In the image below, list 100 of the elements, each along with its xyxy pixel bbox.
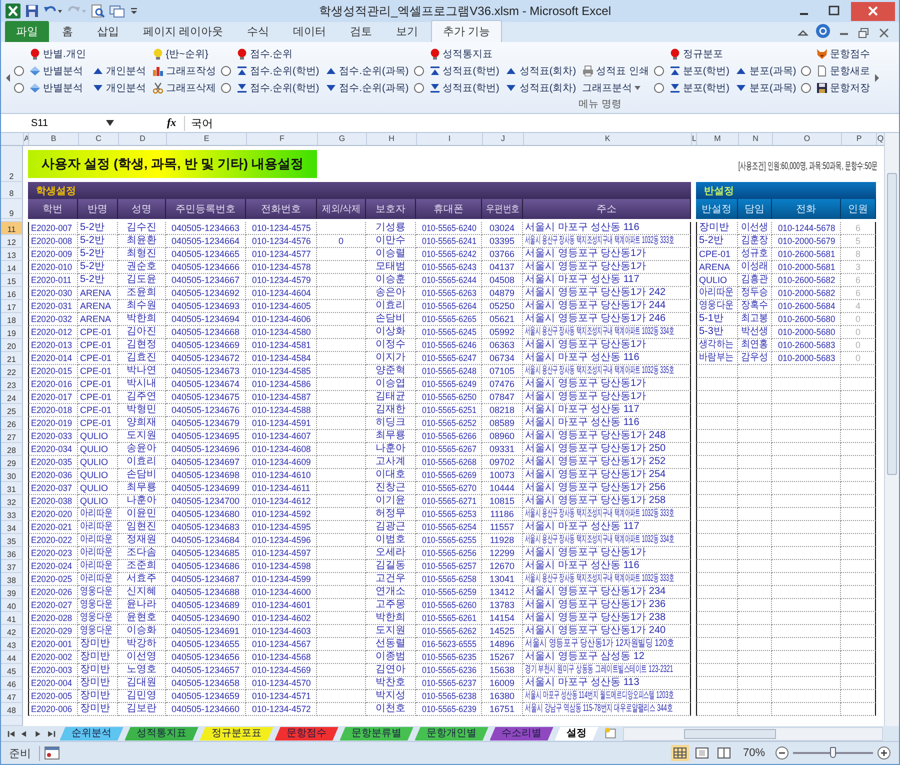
radio-button[interactable] <box>414 66 424 76</box>
row-number[interactable]: 26 <box>1 417 23 430</box>
menu-tab[interactable]: 파일 <box>5 21 49 42</box>
row-number[interactable]: 9 <box>1 199 23 219</box>
sheet-tab[interactable]: 문항분류별 <box>340 726 414 740</box>
help-icon[interactable] <box>815 23 831 39</box>
column-letter[interactable]: F <box>246 133 317 145</box>
page-break-icon[interactable] <box>714 745 733 761</box>
row-number[interactable]: 35 <box>1 534 23 547</box>
row-number[interactable]: 19 <box>1 326 23 339</box>
row-number[interactable]: 16 <box>1 287 23 300</box>
radio-button[interactable] <box>220 66 231 76</box>
ribbon-button[interactable]: 그래프삭제 <box>150 80 218 96</box>
row-number[interactable]: 39 <box>1 586 23 599</box>
menu-tab[interactable]: 페이지 레이아웃 <box>132 21 234 42</box>
row-number[interactable]: 45 <box>1 664 23 677</box>
radio-button[interactable] <box>14 66 24 76</box>
row-number[interactable]: 46 <box>1 677 23 690</box>
close-icon[interactable] <box>851 2 895 20</box>
ribbon-button[interactable]: 개인분석 <box>90 80 148 96</box>
sheet-tab[interactable]: 정규분포표 <box>200 726 274 740</box>
row-number[interactable]: 37 <box>1 560 23 573</box>
ribbon-button[interactable]: 성적통지표 <box>426 46 495 62</box>
vertical-scrollbar[interactable] <box>884 133 899 726</box>
row-number[interactable]: 40 <box>1 599 23 612</box>
column-letter[interactable]: N <box>738 133 772 145</box>
ribbon-button[interactable]: 개인분석 <box>90 62 148 78</box>
row-number[interactable]: 38 <box>1 573 23 586</box>
column-letter[interactable]: I <box>416 133 482 145</box>
radio-button[interactable] <box>654 82 664 92</box>
ribbon-button[interactable]: 점수.순위(과목) <box>323 80 411 96</box>
row-number[interactable]: 24 <box>1 391 23 404</box>
row-number[interactable]: 22 <box>1 365 23 378</box>
ribbon-button[interactable]: 반별분석 <box>27 80 85 96</box>
radio-button[interactable] <box>414 82 424 92</box>
ribbon-button[interactable]: 성적표 인쇄 <box>580 62 651 78</box>
menu-tab[interactable]: 수식 <box>236 21 280 42</box>
menu-tab[interactable]: 추가 기능 <box>431 20 502 42</box>
column-letter[interactable]: E <box>166 133 246 145</box>
radio-button[interactable] <box>14 82 24 92</box>
column-letter[interactable]: J <box>482 133 523 145</box>
row-number[interactable]: 8 <box>1 182 23 199</box>
ribbon-button[interactable]: 성적표(학번) <box>426 80 502 96</box>
row-number[interactable]: 31 <box>1 482 23 495</box>
window-stack-icon[interactable] <box>109 4 125 18</box>
row-number[interactable]: 34 <box>1 521 23 534</box>
menu-tab[interactable]: 데이터 <box>282 21 338 42</box>
column-letter[interactable]: H <box>366 133 416 145</box>
excel-logo-icon[interactable] <box>5 3 21 19</box>
macro-record-icon[interactable] <box>44 746 60 760</box>
ribbon-button[interactable]: 그래프분석 <box>580 80 644 96</box>
row-number[interactable]: 48 <box>1 703 23 716</box>
row-number[interactable]: 15 <box>1 274 23 287</box>
row-number[interactable]: 12 <box>1 235 23 248</box>
row-number[interactable]: 28 <box>1 443 23 456</box>
scroll-right-icon[interactable] <box>874 72 880 82</box>
row-number[interactable]: 14 <box>1 261 23 274</box>
print-preview-icon[interactable] <box>91 4 105 18</box>
slider-thumb[interactable] <box>830 747 836 758</box>
column-letter[interactable]: O <box>772 133 841 145</box>
ribbon-button[interactable]: 점수.순위(학번) <box>234 62 322 78</box>
radio-button[interactable] <box>220 82 231 92</box>
column-letter[interactable]: C <box>78 133 118 145</box>
row-number[interactable]: 47 <box>1 690 23 703</box>
column-letter[interactable]: B <box>28 133 78 145</box>
row-number[interactable]: 17 <box>1 300 23 313</box>
zoom-level[interactable]: 70% <box>736 747 771 759</box>
normal-view-icon[interactable] <box>670 745 689 761</box>
row-number[interactable]: 18 <box>1 313 23 326</box>
ribbon-button[interactable]: 문항새로 <box>814 62 872 78</box>
zoom-slider[interactable] <box>793 746 873 760</box>
radio-button[interactable] <box>801 66 812 76</box>
ribbon-button[interactable]: 성적표(회차) <box>503 62 578 78</box>
zoom-out-icon[interactable] <box>775 746 789 760</box>
row-number[interactable]: 2 <box>1 146 23 182</box>
scroll-left-icon[interactable] <box>5 72 11 82</box>
row-number[interactable]: 23 <box>1 378 23 391</box>
ribbon-button[interactable]: 정규분포 <box>666 46 725 62</box>
ribbon-button[interactable]: 성적표(회차) <box>503 80 578 96</box>
menu-tab[interactable]: 검토 <box>339 21 384 42</box>
ribbon-button[interactable]: 점수.순위(과목) <box>323 62 411 78</box>
name-box[interactable]: S11 <box>1 118 101 128</box>
ribbon-button[interactable]: 분포(학번) <box>666 80 732 96</box>
row-number[interactable]: 33 <box>1 508 23 521</box>
row-number[interactable]: 27 <box>1 430 23 443</box>
row-number[interactable]: 36 <box>1 547 23 560</box>
ribbon-button[interactable]: 분포(과목) <box>733 80 798 96</box>
ribbon-button[interactable]: 반별분석 <box>27 62 85 78</box>
ribbon-button[interactable]: 문항점수 <box>814 46 872 62</box>
column-letter[interactable]: D <box>118 133 166 145</box>
column-letter[interactable]: K <box>523 133 691 145</box>
sheet-tab[interactable]: 설정 <box>554 726 599 740</box>
row-number[interactable]: 41 <box>1 612 23 625</box>
ribbon-button[interactable]: 문항저장 <box>814 80 872 96</box>
sheet-tab[interactable]: 문항개인별 <box>414 726 489 740</box>
row-number[interactable]: 20 <box>1 339 23 352</box>
zoom-in-icon[interactable] <box>877 746 891 760</box>
ribbon-button[interactable]: 점수.순위 <box>234 46 295 62</box>
row-number[interactable]: 43 <box>1 638 23 651</box>
row-number[interactable]: 21 <box>1 352 23 365</box>
